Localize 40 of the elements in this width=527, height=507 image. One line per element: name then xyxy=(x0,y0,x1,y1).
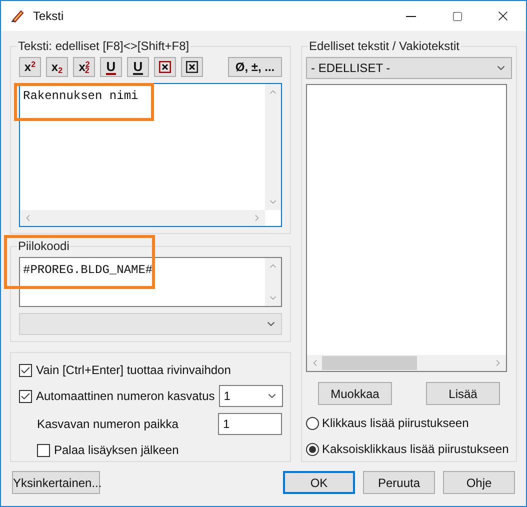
checkbox[interactable] xyxy=(19,390,32,402)
field-label: Kasvavan numeron paikka xyxy=(37,416,178,433)
dialog-button[interactable]: Lisää xyxy=(426,382,500,405)
group-legend: Edelliset tekstit / Vakiotekstit xyxy=(308,39,461,53)
radio-button[interactable] xyxy=(306,416,319,430)
maximize-icon xyxy=(452,10,462,22)
radio-button[interactable] xyxy=(306,442,319,456)
pencil-icon xyxy=(9,8,25,24)
checkbox[interactable] xyxy=(19,364,32,376)
format-button[interactable]: U xyxy=(127,57,149,77)
checkbox[interactable] xyxy=(37,444,50,456)
dialog-button[interactable]: Muokkaa xyxy=(318,382,392,405)
code-field[interactable]: #PROREG.BLDG_NAME# xyxy=(19,257,282,307)
format-button[interactable]: x$_{2}$ xyxy=(46,57,68,77)
format-button[interactable]: U xyxy=(100,57,122,77)
checkbox-label: Automaattinen numeron kasvatus xyxy=(36,388,215,405)
group-legend: Piilokoodi xyxy=(17,239,70,253)
radio-label: Kaksoisklikkaus lisää piirustukseen xyxy=(322,441,509,458)
group-legend: Teksti: edelliset [F8]<>[Shift+F8] xyxy=(17,39,190,53)
format-button[interactable] xyxy=(181,57,203,77)
texts-dropdown[interactable]: - EDELLISET - xyxy=(306,57,512,79)
field-text: #PROREG.BLDG_NAME# xyxy=(23,263,153,277)
dialog-button[interactable]: Yksinkertainen... xyxy=(12,471,100,494)
check-icon xyxy=(20,390,31,402)
format-button[interactable]: x$^{2}$ xyxy=(19,57,41,77)
number-dropdown[interactable]: 1 xyxy=(218,385,283,407)
text-field[interactable]: Rakennuksen nimi xyxy=(19,83,282,227)
field-text: Rakennuksen nimi xyxy=(23,89,138,103)
checkbox-label: Vain [Ctrl+Enter] tuottaa rivinvaihdon xyxy=(36,362,231,379)
dialog-button[interactable]: Peruuta xyxy=(363,471,435,494)
dialog-button[interactable]: OK xyxy=(283,471,355,494)
checkbox-label: Palaa lisäyksen jälkeen xyxy=(54,442,179,459)
format-button[interactable] xyxy=(154,57,176,77)
scrollbar-thumb[interactable] xyxy=(322,356,417,370)
check-icon xyxy=(20,364,31,376)
radio-label: Klikkaus lisää piirustukseen xyxy=(322,415,469,432)
window-title: Teksti xyxy=(33,8,64,25)
dialog-button[interactable]: Ohje xyxy=(443,471,515,494)
number-field[interactable]: 1 xyxy=(218,413,282,435)
symbols-button[interactable]: Ø, ±, ... xyxy=(228,57,282,77)
